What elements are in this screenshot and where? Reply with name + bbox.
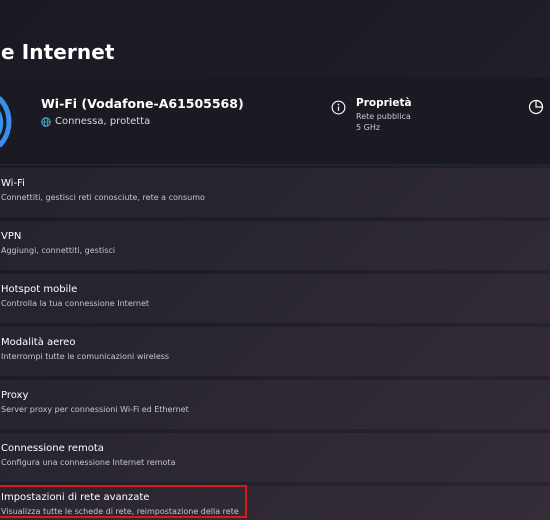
settings-item-description: Interrompi tutte le comunicazioni wirele… — [1, 352, 170, 361]
settings-item-description: Aggiungi, connettiti, gestisci — [1, 246, 115, 255]
network-status-card: Wi-Fi (Vodafone-A61505568) Connessa, pro… — [0, 77, 550, 165]
properties-button[interactable]: Proprietà Rete pubblica 5 GHz — [330, 95, 430, 139]
settings-item-proxy[interactable]: Proxy Server proxy per connessioni Wi-Fi… — [0, 380, 550, 429]
settings-item-title: Impostazioni di rete avanzate — [1, 492, 150, 503]
settings-item-title: Proxy — [1, 390, 29, 401]
settings-item-airplane-mode[interactable]: Modalità aereo Interrompi tutte le comun… — [0, 327, 550, 376]
network-profile-type: Rete pubblica — [356, 112, 411, 121]
connection-status-text: Connessa, protetta — [55, 116, 151, 127]
settings-item-title: Wi-Fi — [1, 178, 25, 189]
settings-item-title: Connessione remota — [1, 443, 104, 454]
wifi-signal-icon — [0, 96, 12, 147]
settings-item-vpn[interactable]: VPN Aggiungi, connettiti, gestisci — [0, 221, 550, 270]
settings-item-title: Hotspot mobile — [1, 284, 78, 295]
network-band: 5 GHz — [356, 123, 381, 132]
info-icon — [331, 100, 346, 115]
settings-item-wifi[interactable]: Wi-Fi Connettiti, gestisci reti conosciu… — [0, 168, 550, 217]
settings-item-description: Configura una connessione Internet remot… — [1, 458, 176, 467]
data-usage-icon[interactable] — [528, 99, 544, 115]
connection-status: Connessa, protetta — [41, 116, 150, 127]
settings-item-title: Modalità aereo — [1, 337, 76, 348]
network-name: Wi-Fi (Vodafone-A61505568) — [41, 96, 244, 111]
settings-item-title: VPN — [1, 231, 22, 242]
settings-item-description: Visualizza tutte le schede di rete, reim… — [1, 507, 239, 516]
settings-item-description: Connettiti, gestisci reti conosciute, re… — [1, 193, 205, 202]
globe-icon — [41, 116, 51, 127]
page-title: e Internet — [1, 40, 115, 64]
settings-item-description: Controlla la tua connessione Internet — [1, 299, 150, 308]
properties-title: Proprietà — [356, 97, 412, 109]
settings-item-remote-connection[interactable]: Connessione remota Configura una conness… — [0, 433, 550, 482]
settings-item-mobile-hotspot[interactable]: Hotspot mobile Controlla la tua connessi… — [0, 274, 550, 323]
settings-item-description: Server proxy per connessioni Wi-Fi ed Et… — [1, 405, 189, 414]
settings-item-advanced-network[interactable]: Impostazioni di rete avanzate Visualizza… — [0, 486, 550, 520]
